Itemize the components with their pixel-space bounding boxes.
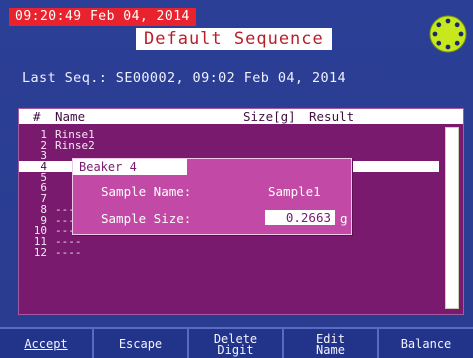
edit-name-label: Edit Name [316, 331, 345, 357]
sample-name-value[interactable]: Sample1 [268, 184, 321, 199]
escape-label: Escape [118, 337, 163, 351]
list-item[interactable]: 12 ---- [19, 247, 439, 258]
softkey-bar: Accept Escape Delete Digit Edit Name Bal… [0, 327, 473, 358]
accept-label: Accept [24, 337, 68, 351]
sample-size-input[interactable]: 0.2663 [265, 210, 335, 225]
accept-button[interactable]: Accept [0, 329, 94, 358]
escape-button[interactable]: Escape [94, 329, 189, 358]
delete-digit-button[interactable]: Delete Digit [189, 329, 284, 358]
row-name: Rinse2 [55, 138, 95, 152]
list-item[interactable]: 2 Rinse2 [19, 140, 439, 151]
clock-display: 09:20:49 Feb 04, 2014 [9, 8, 196, 26]
list-item[interactable]: 11 ---- [19, 236, 439, 247]
sample-name-label: Sample Name: [101, 184, 192, 199]
sample-size-unit: g [340, 211, 348, 226]
column-name: Name [55, 109, 86, 124]
column-result: Result [309, 109, 355, 124]
beaker-dialog: Beaker 4 Sample Name: Sample1 Sample Siz… [72, 158, 352, 235]
list-header: # Name Size[g] Result [19, 109, 463, 124]
sample-size-label: Sample Size: [101, 211, 192, 226]
balance-button[interactable]: Balance [379, 329, 473, 358]
instrument-screen: 09:20:49 Feb 04, 2014 Default Sequence L… [0, 0, 473, 358]
column-number: # [33, 109, 41, 124]
balance-label: Balance [400, 337, 452, 351]
status-light-icon [429, 15, 467, 53]
dialog-title: Beaker 4 [73, 159, 187, 175]
row-name: ---- [55, 245, 82, 259]
list-scrollbar[interactable] [445, 127, 459, 309]
column-size: Size[g] [243, 109, 296, 124]
sequence-title: Default Sequence [136, 28, 332, 50]
edit-name-button[interactable]: Edit Name [284, 329, 379, 358]
last-sequence-info: Last Seq.: SE00002, 09:02 Feb 04, 2014 [22, 70, 347, 86]
delete-digit-label: Delete Digit [213, 331, 258, 357]
row-number: 12 [33, 245, 47, 259]
